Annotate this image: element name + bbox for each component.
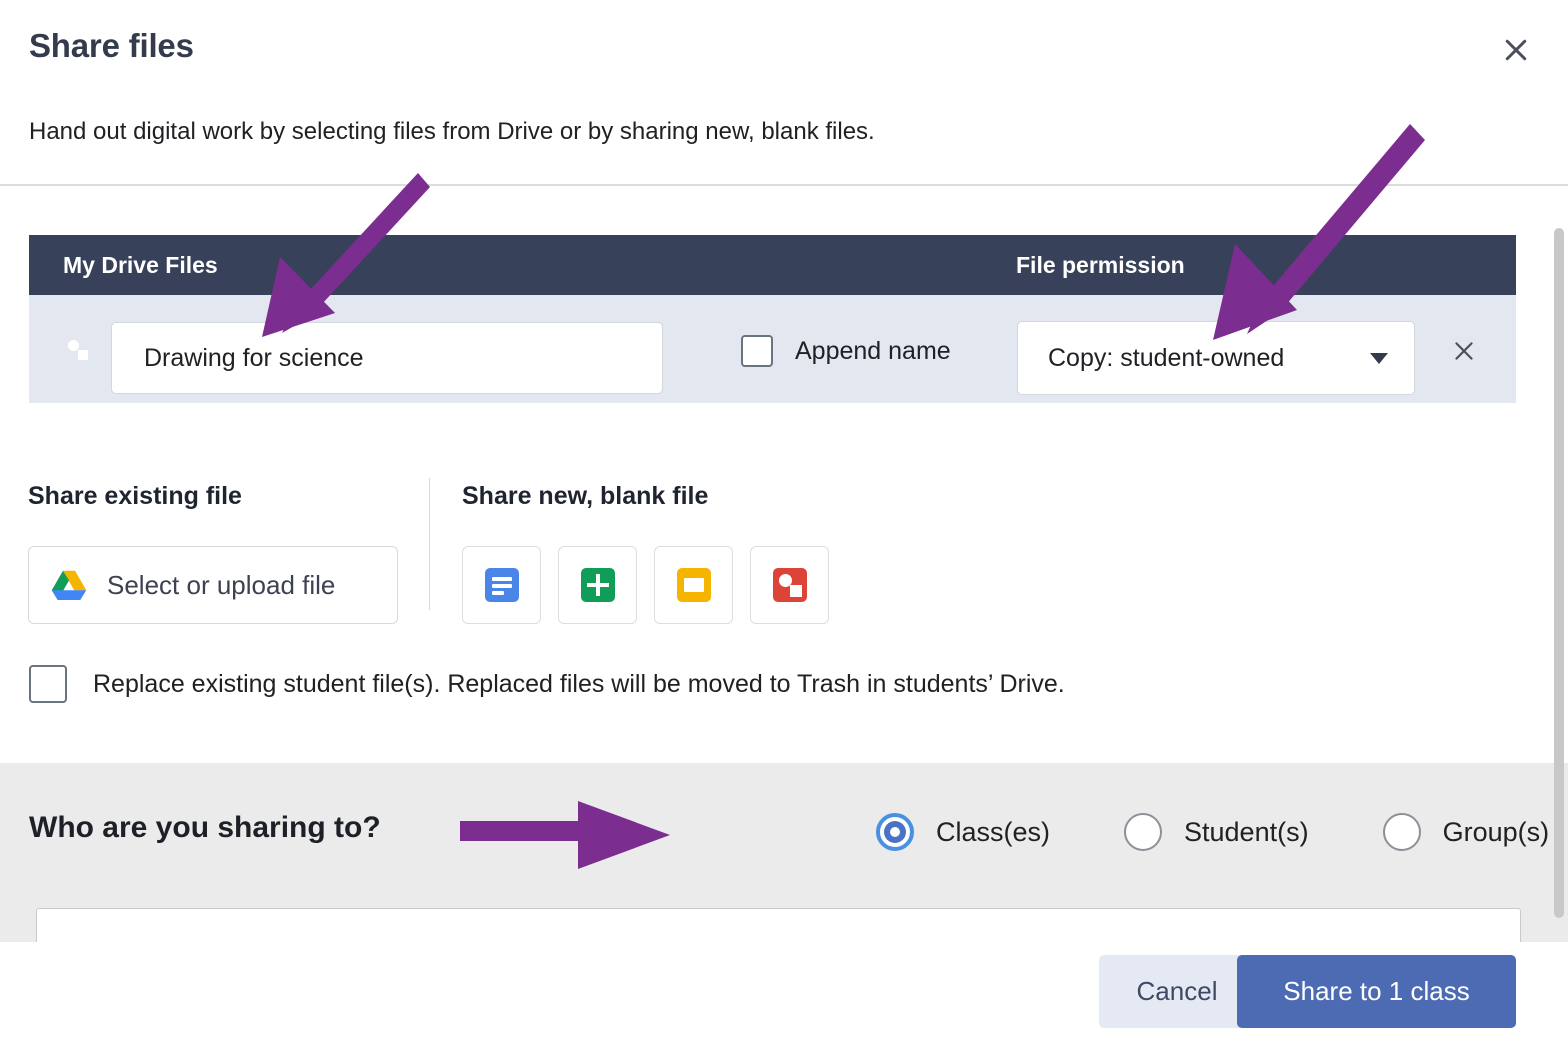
google-drawings-icon: [63, 335, 93, 365]
replace-existing-files-label: Replace existing student file(s). Replac…: [93, 670, 1065, 699]
google-docs-icon: [485, 568, 519, 602]
sharing-audience-question: Who are you sharing to?: [29, 811, 381, 845]
audience-option-students[interactable]: Student(s): [1124, 813, 1309, 851]
dialog-header: Share files Hand out digital work by sel…: [0, 0, 1568, 186]
audience-option-groups[interactable]: Group(s): [1383, 813, 1550, 851]
file-permission-value: Copy: student-owned: [1048, 344, 1284, 373]
google-drawings-icon: [773, 568, 807, 602]
chevron-down-icon: [1370, 353, 1388, 364]
new-google-doc-button[interactable]: [462, 546, 541, 624]
page-title: Share files: [29, 27, 194, 65]
append-name-option[interactable]: Append name: [741, 335, 951, 367]
share-new-blank-file-label: Share new, blank file: [462, 482, 708, 511]
table-row: Append name Copy: student-owned: [29, 295, 1516, 403]
close-icon: [1501, 35, 1531, 65]
radio-icon: [1124, 813, 1162, 851]
google-drive-icon: [51, 569, 87, 601]
files-table-header: My Drive Files File permission: [29, 235, 1516, 295]
new-google-drawing-button[interactable]: [750, 546, 829, 624]
new-google-slide-button[interactable]: [654, 546, 733, 624]
select-or-upload-file-label: Select or upload file: [107, 570, 335, 601]
dialog-footer: Cancel Share to 1 class: [0, 942, 1568, 1042]
google-slides-icon: [677, 568, 711, 602]
vertical-scrollbar[interactable]: [1554, 228, 1566, 918]
radio-icon: [1383, 813, 1421, 851]
replace-existing-files-checkbox[interactable]: [29, 665, 67, 703]
file-name-input[interactable]: [111, 322, 663, 394]
audience-option-classes[interactable]: Class(es): [876, 813, 1050, 851]
share-files-dialog: Share files Hand out digital work by sel…: [0, 0, 1568, 1042]
audience-radio-group: Class(es) Student(s) Group(s): [876, 813, 1549, 851]
section-divider: [429, 478, 430, 610]
file-permission-dropdown[interactable]: Copy: student-owned: [1017, 321, 1415, 395]
dialog-subtitle: Hand out digital work by selecting files…: [29, 118, 875, 146]
replace-existing-files-option[interactable]: Replace existing student file(s). Replac…: [0, 665, 1568, 703]
column-header-my-drive-files: My Drive Files: [63, 252, 218, 279]
audience-option-students-label: Student(s): [1184, 817, 1309, 848]
audience-option-groups-label: Group(s): [1443, 817, 1550, 848]
files-table: My Drive Files File permission Append na…: [29, 235, 1516, 403]
google-sheets-icon: [581, 568, 615, 602]
share-button[interactable]: Share to 1 class: [1237, 955, 1516, 1028]
audience-option-classes-label: Class(es): [936, 817, 1050, 848]
append-name-label: Append name: [795, 337, 951, 366]
column-header-file-permission: File permission: [1016, 252, 1185, 279]
select-or-upload-file-button[interactable]: Select or upload file: [28, 546, 398, 624]
blank-file-buttons: [462, 546, 829, 624]
close-icon: [1451, 338, 1477, 369]
close-dialog-button[interactable]: [1494, 28, 1538, 72]
remove-file-button[interactable]: [1449, 338, 1479, 368]
cancel-button[interactable]: Cancel: [1099, 955, 1255, 1028]
new-google-sheet-button[interactable]: [558, 546, 637, 624]
radio-icon: [876, 813, 914, 851]
scrollbar-thumb[interactable]: [1554, 228, 1564, 918]
share-existing-file-label: Share existing file: [28, 482, 242, 511]
append-name-checkbox[interactable]: [741, 335, 773, 367]
